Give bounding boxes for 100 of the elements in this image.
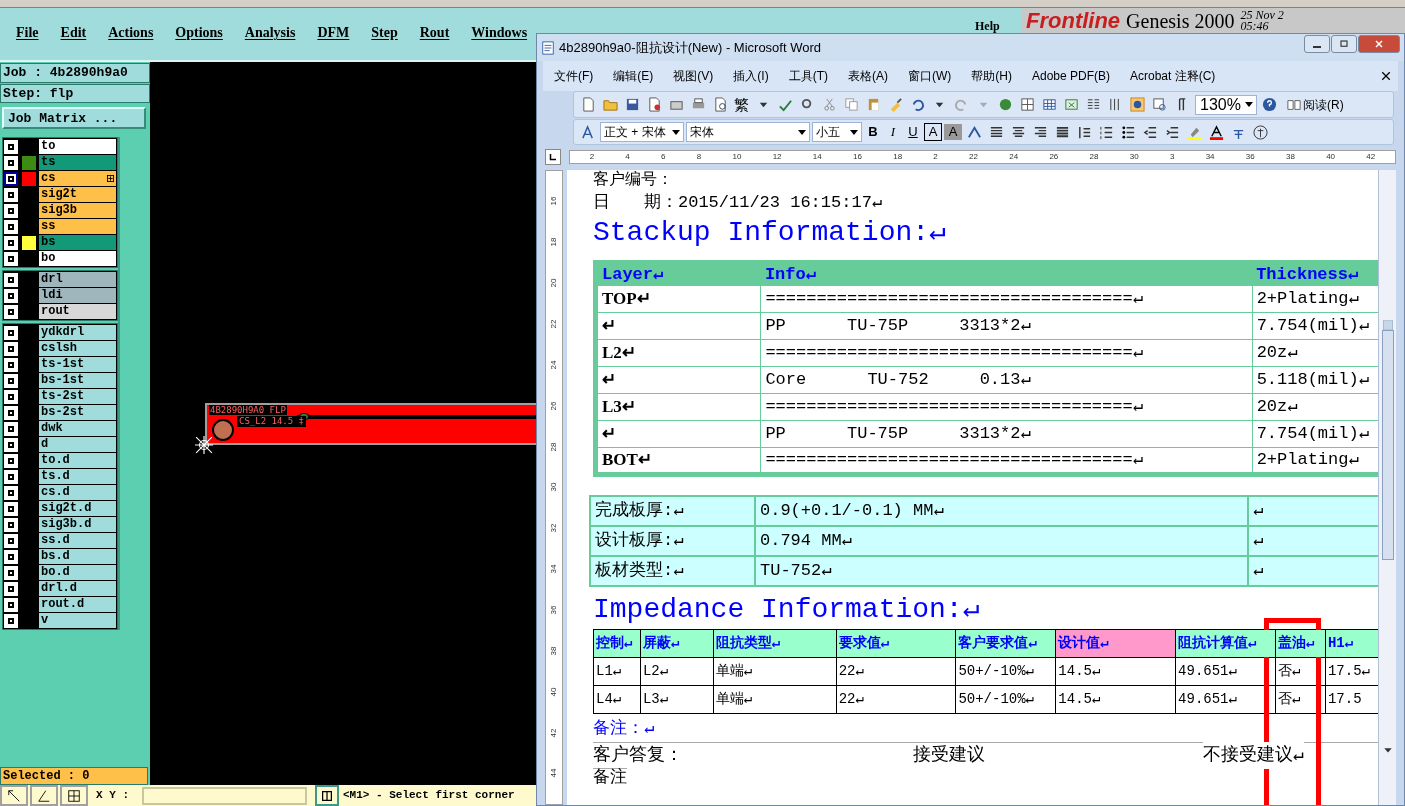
table-cell: 单端↵ (713, 685, 837, 714)
underline-button[interactable]: U (904, 124, 922, 140)
zoom-dropdown[interactable]: 130% (1195, 94, 1257, 115)
table-cell: ↵ (595, 366, 761, 394)
character-border-button[interactable]: A (924, 123, 942, 141)
ruler-number: 24 (550, 360, 558, 370)
menu-item[interactable]: Edit (54, 22, 93, 43)
ruler-number: 28 (1089, 152, 1099, 162)
brand-logo: Frontline (1026, 10, 1121, 32)
menu-item[interactable]: Analysis (238, 22, 302, 43)
column-header: 客户要求值↵ (955, 629, 1056, 658)
ruler-number: 16 (853, 152, 862, 162)
ruler-number: 28 (550, 442, 558, 452)
column-header: 要求值↵ (836, 629, 956, 658)
style-dropdown[interactable]: 正文 + 宋体 (600, 122, 684, 142)
layer-item[interactable]: bs-1st (39, 373, 116, 388)
layer-item[interactable]: cslsh (39, 341, 116, 356)
layer-item[interactable]: rout (39, 304, 116, 319)
layer-item[interactable]: ts-2st (39, 389, 116, 404)
table-cell: L3↵ (640, 685, 714, 714)
ruler-number: 16 (550, 196, 558, 206)
layer-item[interactable]: ts-1st (39, 357, 116, 372)
menu-item[interactable]: 视图(V) (666, 67, 721, 85)
column-header: Info↵ (760, 262, 1253, 286)
layer-item[interactable]: cs.d (39, 485, 116, 500)
table-cell: 单端↵ (713, 657, 837, 686)
menu-item[interactable]: 工具(T) (781, 67, 835, 85)
menu-item[interactable]: Step (365, 22, 404, 43)
menu-item[interactable]: 表格(A) (841, 67, 895, 85)
menu-item[interactable]: 文件(F) (547, 67, 601, 85)
menu-item[interactable]: 窗口(W) (901, 67, 959, 85)
menu-item[interactable]: Rout (413, 22, 456, 43)
table-cell: 设计板厚:↵ (590, 526, 755, 556)
table-cell: PP TU-75P 3313*2↵ (760, 312, 1253, 340)
layer-item[interactable]: sig2t (39, 187, 116, 202)
column-header: 控制↵ (593, 629, 641, 658)
italic-button[interactable]: I (884, 124, 902, 140)
layer-item[interactable]: ss.d (39, 533, 116, 548)
read-button[interactable]: 阅读(R) (1287, 95, 1344, 114)
layer-item[interactable]: ts (39, 155, 116, 170)
status-message: <M1> - Select first corner (343, 788, 515, 804)
table-cell: 14.5↵ (1055, 685, 1176, 714)
table-cell: L4↵ (593, 685, 641, 714)
layer-item[interactable]: v (39, 613, 116, 628)
ruler-number: 36 (1245, 152, 1255, 162)
ruler-number: 32 (550, 523, 558, 533)
layer-item[interactable]: bo.d (39, 565, 116, 580)
time-text: 05:46 (1240, 21, 1270, 32)
menu-item[interactable]: 编辑(E) (606, 67, 661, 85)
layer-item[interactable]: bs (39, 235, 116, 250)
column-header: 阻抗计算值↵ (1175, 629, 1276, 658)
layer-item[interactable]: d (39, 437, 116, 452)
menu-item[interactable]: DFM (311, 22, 356, 43)
layer-item[interactable]: to (39, 139, 116, 154)
layer-item[interactable]: ss (39, 219, 116, 234)
date-line: 日 期：2015/11/23 16:15:17↵ (593, 192, 883, 214)
layer-item[interactable]: drl.d (39, 581, 116, 596)
layer-item[interactable]: cs (39, 171, 116, 186)
layer-item[interactable]: dwk (39, 421, 116, 436)
ruler-number: 20 (550, 278, 558, 288)
menu-item[interactable]: Windows (465, 22, 534, 43)
ruler-number: 24 (1009, 152, 1019, 162)
layer-item[interactable]: drl (39, 272, 116, 287)
character-shading-button[interactable]: A (944, 124, 962, 140)
help-menu[interactable]: Help (975, 19, 1000, 33)
ruler-number: 8 (696, 152, 702, 162)
menu-item[interactable]: 帮助(H) (964, 67, 1019, 85)
column-header: 屏蔽↵ (640, 629, 714, 658)
layer-item[interactable]: bs.d (39, 549, 116, 564)
ruler-number: 22 (550, 319, 558, 329)
layer-item[interactable]: sig2t.d (39, 501, 116, 516)
layer-item[interactable]: bo (39, 251, 116, 266)
font-size-dropdown[interactable]: 小五 (812, 122, 862, 142)
layer-item[interactable]: sig3b (39, 203, 116, 218)
job-matrix-button[interactable]: Job Matrix ... (2, 107, 146, 129)
layer-item[interactable]: ts.d (39, 469, 116, 484)
column-header: 阻抗类型↵ (713, 629, 837, 658)
layer-item[interactable]: bs-2st (39, 405, 116, 420)
menu-item[interactable]: File (10, 22, 45, 43)
layer-item[interactable]: sig3b.d (39, 517, 116, 532)
menu-item[interactable]: 插入(I) (726, 67, 776, 85)
menu-item[interactable]: Options (169, 22, 229, 43)
ruler-number: 18 (893, 152, 903, 162)
menu-item[interactable]: Acrobat 注释(C) (1123, 67, 1223, 85)
column-header: Thickness↵ (1252, 262, 1378, 286)
ruler-number: 40 (1326, 152, 1336, 162)
layer-item[interactable]: to.d (39, 453, 116, 468)
layer-item[interactable]: ydkdrl (39, 325, 116, 340)
menu-item[interactable]: Adobe PDF(B) (1025, 67, 1117, 85)
table-cell: ====================================↵ (760, 393, 1253, 421)
font-dropdown[interactable]: 宋体 (686, 122, 810, 142)
bold-button[interactable]: B (864, 124, 882, 140)
layer-item[interactable]: rout.d (39, 597, 116, 612)
layer-item[interactable]: ldi (39, 288, 116, 303)
table-cell: PP TU-75P 3313*2↵ (760, 420, 1253, 448)
traditional-chinese-button[interactable]: 繁 (732, 95, 751, 114)
board-label: 4B2890H9A0 FLP (209, 405, 287, 415)
table-cell: 否↵ (1275, 685, 1326, 714)
menu-item[interactable]: Actions (102, 22, 160, 43)
column-header: H1↵ (1325, 629, 1378, 658)
